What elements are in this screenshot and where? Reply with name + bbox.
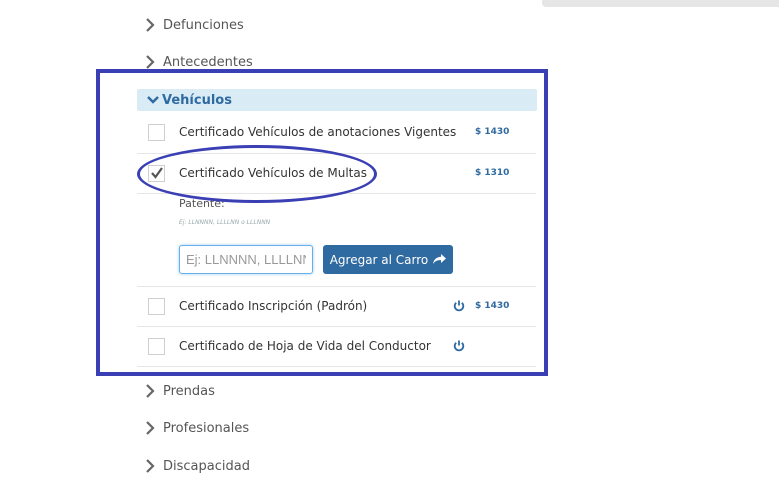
category-label: Profesionales xyxy=(163,420,250,436)
highlight-box xyxy=(96,69,548,376)
chevron-right-icon xyxy=(145,18,157,32)
chevron-right-icon xyxy=(145,384,157,398)
category-defunciones[interactable]: Defunciones xyxy=(145,15,244,35)
category-label: Antecedentes xyxy=(163,54,253,70)
category-label: Prendas xyxy=(163,383,215,399)
chevron-right-icon xyxy=(145,421,157,435)
chevron-right-icon xyxy=(145,55,157,69)
category-label: Defunciones xyxy=(163,17,244,33)
category-prendas[interactable]: Prendas xyxy=(145,381,215,401)
chevron-right-icon xyxy=(145,459,157,473)
category-profesionales[interactable]: Profesionales xyxy=(145,418,249,438)
category-label: Discapacidad xyxy=(163,458,250,474)
category-discapacidad[interactable]: Discapacidad xyxy=(145,456,250,476)
top-scroll-bar xyxy=(542,0,779,7)
